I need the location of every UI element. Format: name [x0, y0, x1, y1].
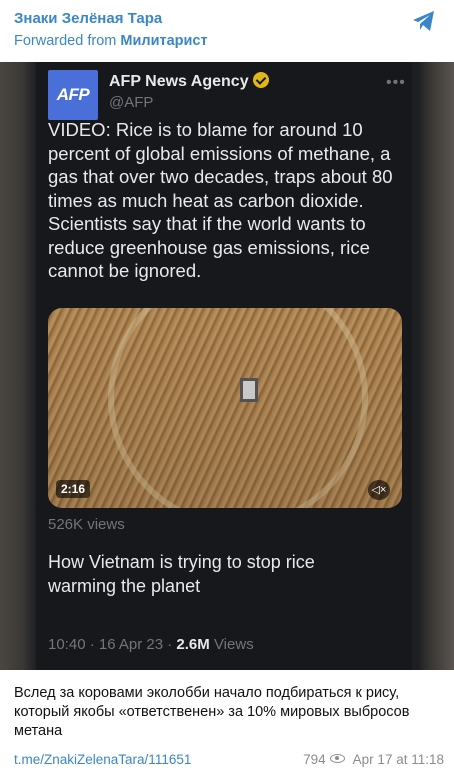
video-thumbnail: 2:16 ◁×	[48, 308, 402, 508]
view-count: 794	[303, 752, 326, 767]
post-link[interactable]: t.me/ZnakiZelenaTara/111651	[14, 752, 191, 767]
tweet-time: 10:40 · 16 Apr 23 ·	[48, 636, 177, 653]
post-stats: 794 Apr 17 at 11:18	[303, 752, 444, 767]
tweet-text: VIDEO: Rice is to blame for around 10 pe…	[48, 119, 393, 281]
afp-avatar: AFP	[48, 70, 98, 120]
post-caption: Вслед за коровами эколобби начало подбир…	[14, 685, 410, 739]
eye-icon	[329, 754, 345, 763]
tweet-total-views: 2.6M	[176, 636, 210, 653]
video-views: 526K views	[48, 516, 125, 533]
post-header: Знаки Зелёная Тара Forwarded from Милита…	[0, 0, 454, 62]
forwarded-from: Forwarded from Милитарист	[14, 33, 208, 49]
tweet-meta: 10:40 · 16 Apr 23 · 2.6M Views	[48, 636, 254, 653]
avatar-text: AFP	[56, 85, 90, 104]
tweet-author-name: AFP News Agency	[109, 73, 249, 90]
telegram-icon[interactable]	[411, 8, 437, 34]
more-options-icon: •••	[386, 74, 406, 91]
video-duration: 2:16	[56, 480, 91, 498]
post-footer: t.me/ZnakiZelenaTara/111651 794 Apr 17 at…	[14, 752, 444, 767]
forwarded-prefix: Forwarded from	[14, 33, 121, 49]
channel-name[interactable]: Знаки Зелёная Тара	[14, 10, 162, 27]
mute-icon: ◁×	[368, 480, 390, 500]
verified-badge-icon	[252, 72, 269, 88]
tweet-views-word: Views	[209, 636, 254, 653]
forwarded-source[interactable]: Милитарист	[120, 33, 207, 49]
tweet-screenshot: AFP AFP News Agency @AFP ••• VIDEO: Rice…	[36, 62, 412, 670]
tweet-author: AFP News Agency	[109, 72, 269, 91]
card-title: How Vietnam is trying to stop rice warmi…	[48, 552, 315, 596]
tweet-handle: @AFP	[109, 94, 154, 111]
post-date: Apr 17 at 11:18	[352, 752, 444, 767]
video-shade	[48, 308, 402, 508]
forwarded-media[interactable]: AFP AFP News Agency @AFP ••• VIDEO: Rice…	[0, 62, 454, 670]
